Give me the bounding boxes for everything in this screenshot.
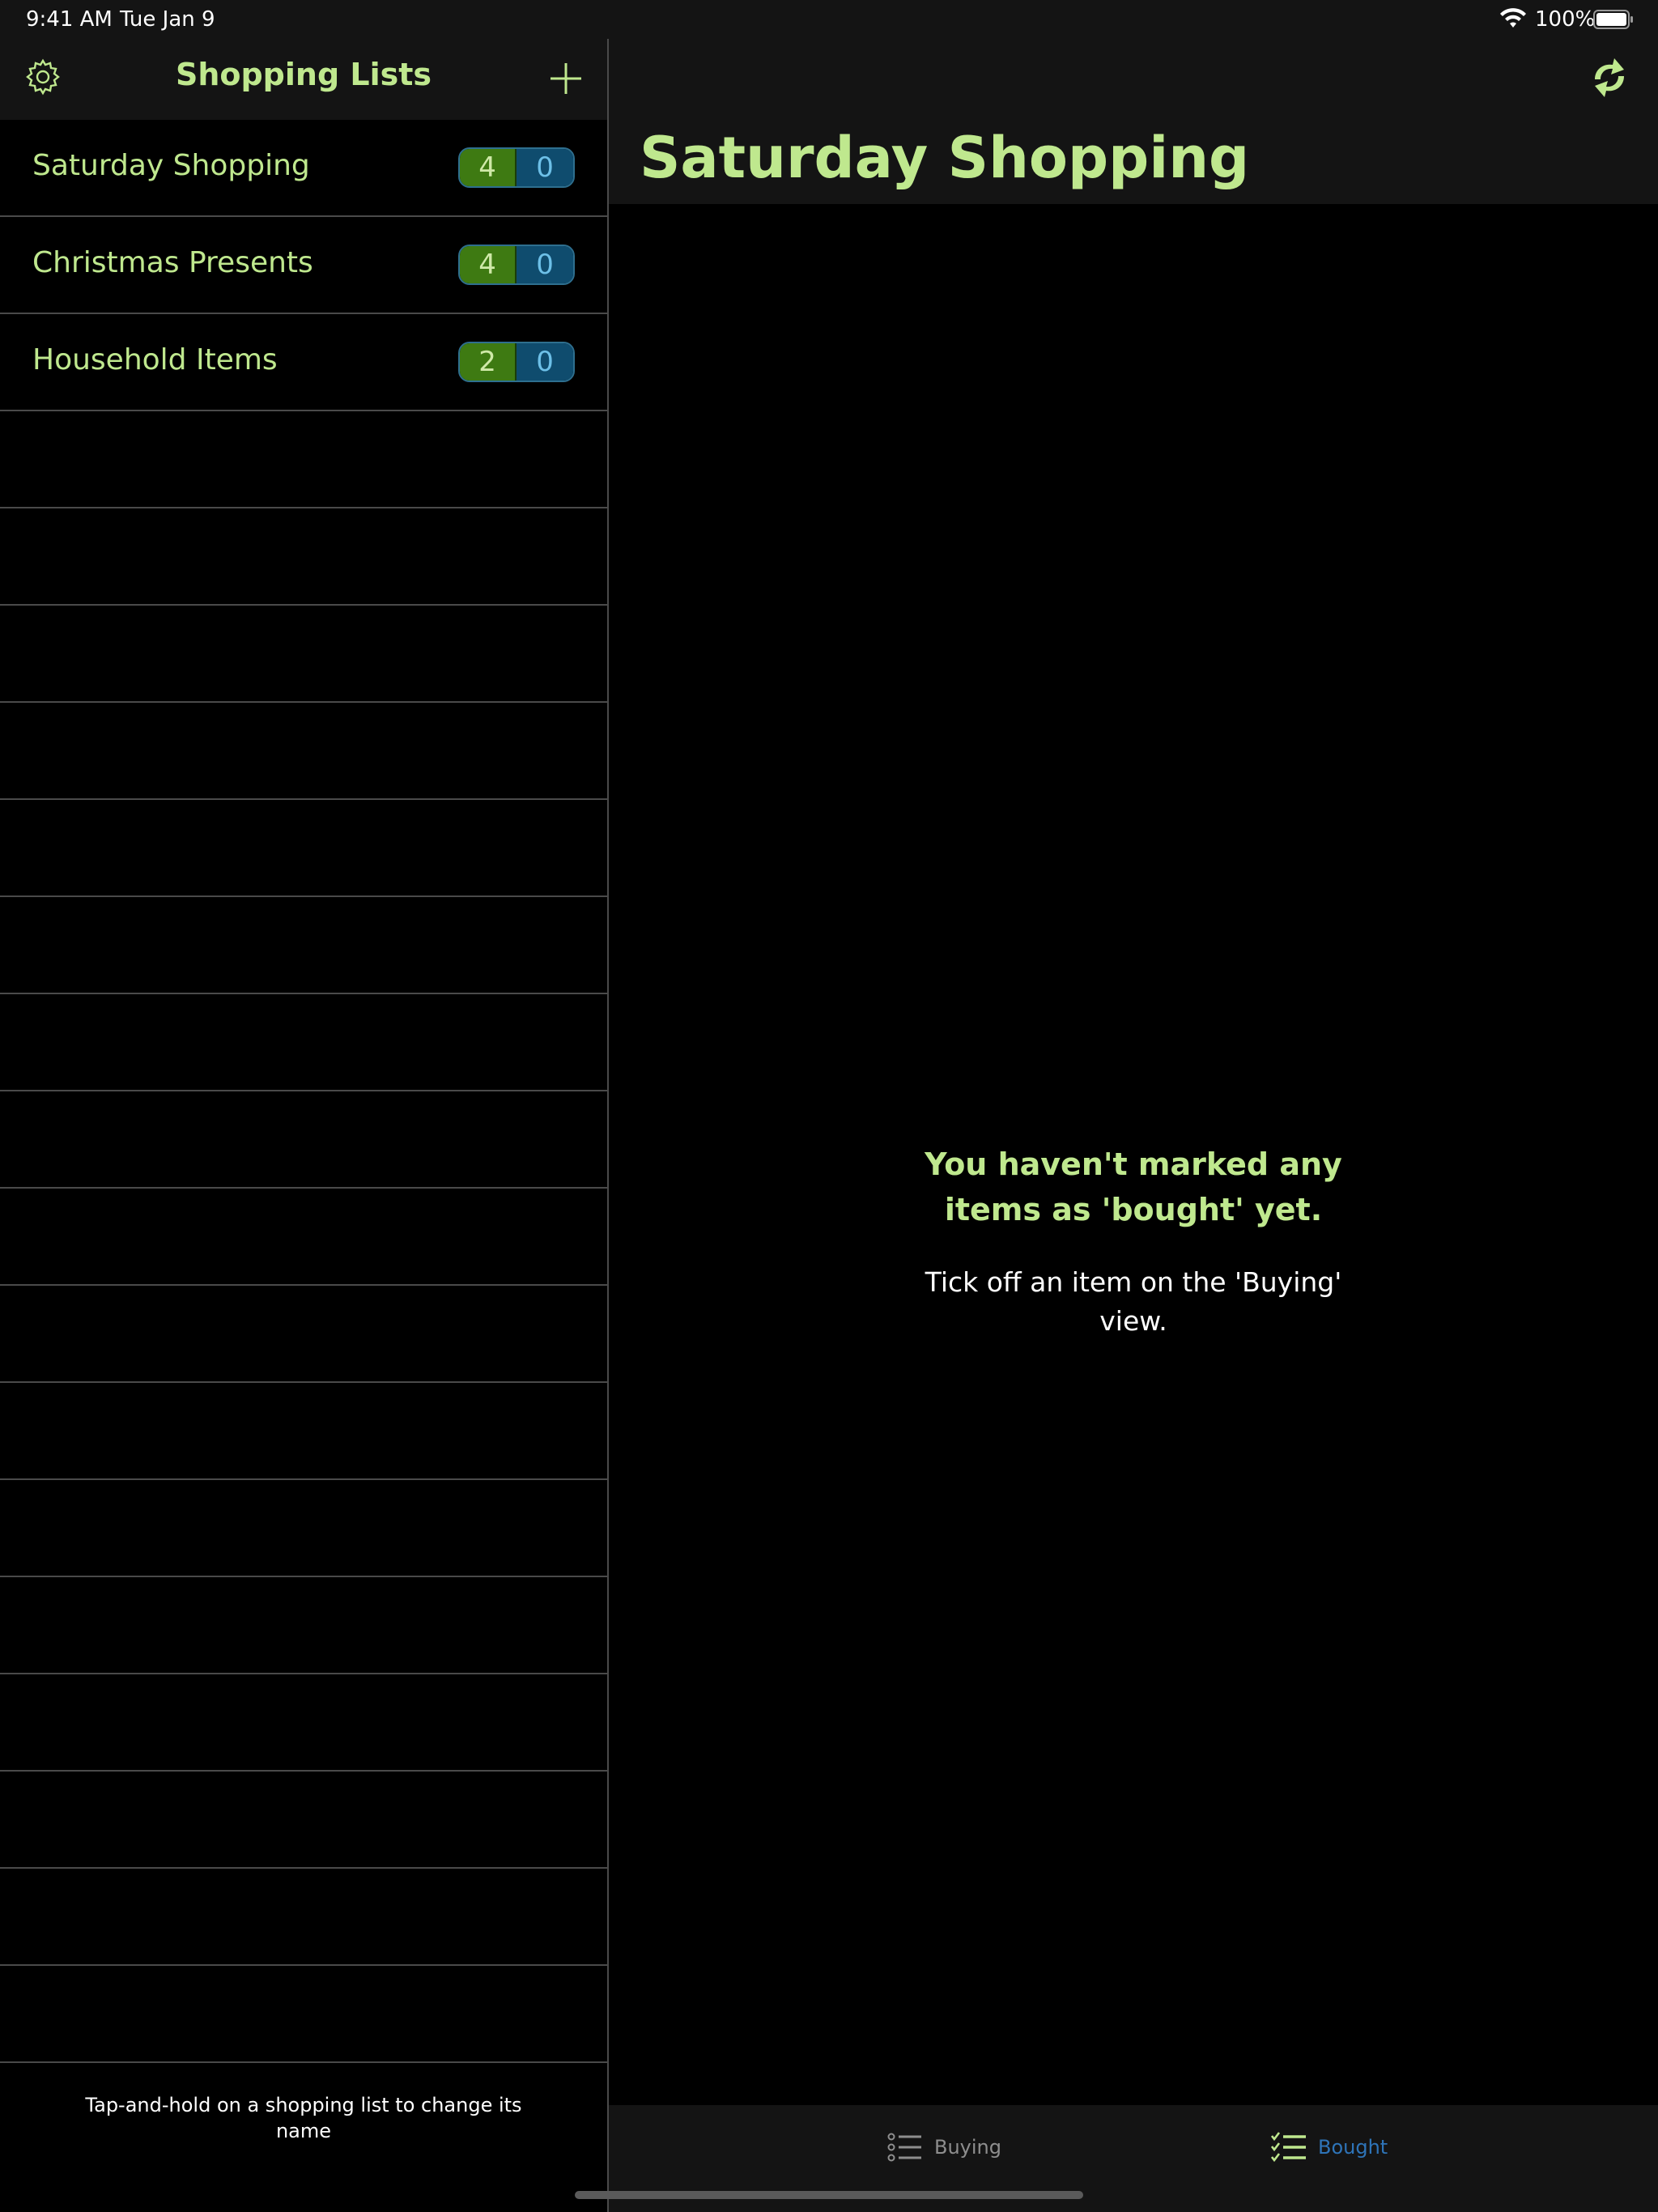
- empty-row: [0, 606, 607, 703]
- list-item[interactable]: Christmas Presents 4 0: [0, 217, 607, 314]
- plus-icon[interactable]: [547, 60, 585, 97]
- shopping-list-table: Saturday Shopping 4 0 Christmas Presents…: [0, 120, 607, 2063]
- detail-nav-bar: Saturday Shopping: [609, 39, 1658, 204]
- empty-row: [0, 1091, 607, 1189]
- bought-count: 0: [517, 149, 573, 186]
- count-badge: 2 0: [458, 342, 575, 382]
- buying-count: 4: [460, 246, 517, 283]
- empty-row: [0, 1189, 607, 1286]
- count-badge: 4 0: [458, 245, 575, 285]
- list-icon: [887, 2133, 921, 2162]
- empty-row: [0, 994, 607, 1091]
- empty-row: [0, 703, 607, 800]
- status-time: 9:41 AM: [26, 7, 113, 32]
- empty-state: You haven't marked any items as 'bought'…: [891, 1142, 1376, 1341]
- empty-row: [0, 1966, 607, 2063]
- empty-row: [0, 897, 607, 994]
- list-item-name: Christmas Presents: [32, 246, 313, 279]
- wifi-icon: [1500, 8, 1526, 28]
- empty-row: [0, 1383, 607, 1480]
- tab-buying-label: Buying: [934, 2136, 1001, 2159]
- buying-count: 2: [460, 343, 517, 381]
- buying-count: 4: [460, 149, 517, 186]
- empty-state-heading: You haven't marked any items as 'bought'…: [925, 1146, 1342, 1227]
- split-divider: [607, 39, 609, 2212]
- sidebar: Shopping Lists Saturday Shopping 4 0 Chr…: [0, 39, 607, 2212]
- tab-buying[interactable]: Buying: [887, 2131, 1001, 2163]
- sidebar-title: Shopping Lists: [175, 57, 432, 92]
- empty-row: [0, 1480, 607, 1577]
- count-badge: 4 0: [458, 147, 575, 188]
- sync-icon[interactable]: [1587, 55, 1632, 100]
- bought-count: 0: [517, 246, 573, 283]
- empty-state-subtext: Tick off an item on the 'Buying' view.: [925, 1266, 1342, 1337]
- empty-row: [0, 800, 607, 897]
- app-root: 9:41 AM Tue Jan 9 100% Shopping Lists Sa…: [0, 0, 1658, 2212]
- empty-row: [0, 1772, 607, 1869]
- empty-row: [0, 1577, 607, 1674]
- battery-percent: 100%: [1535, 7, 1596, 32]
- empty-row: [0, 1869, 607, 1966]
- battery-icon: [1593, 10, 1633, 29]
- rename-hint: Tap-and-hold on a shopping list to chang…: [85, 2094, 522, 2142]
- list-item-name: Household Items: [32, 343, 278, 376]
- list-item-name: Saturday Shopping: [32, 149, 310, 182]
- status-date: Tue Jan 9: [120, 7, 215, 32]
- detail-title: Saturday Shopping: [640, 125, 1250, 191]
- tab-bought-label: Bought: [1318, 2136, 1388, 2159]
- empty-row: [0, 508, 607, 606]
- empty-row: [0, 411, 607, 508]
- list-item[interactable]: Saturday Shopping 4 0: [0, 120, 607, 217]
- tab-bought[interactable]: Bought: [1271, 2131, 1388, 2163]
- home-indicator[interactable]: [575, 2191, 1083, 2199]
- empty-row: [0, 1286, 607, 1383]
- sidebar-nav-bar: Shopping Lists: [0, 39, 607, 120]
- checklist-icon: [1271, 2132, 1306, 2163]
- status-bar: 9:41 AM Tue Jan 9 100%: [0, 0, 1658, 39]
- list-item[interactable]: Household Items 2 0: [0, 314, 607, 411]
- bought-count: 0: [517, 343, 573, 381]
- empty-row: [0, 1674, 607, 1772]
